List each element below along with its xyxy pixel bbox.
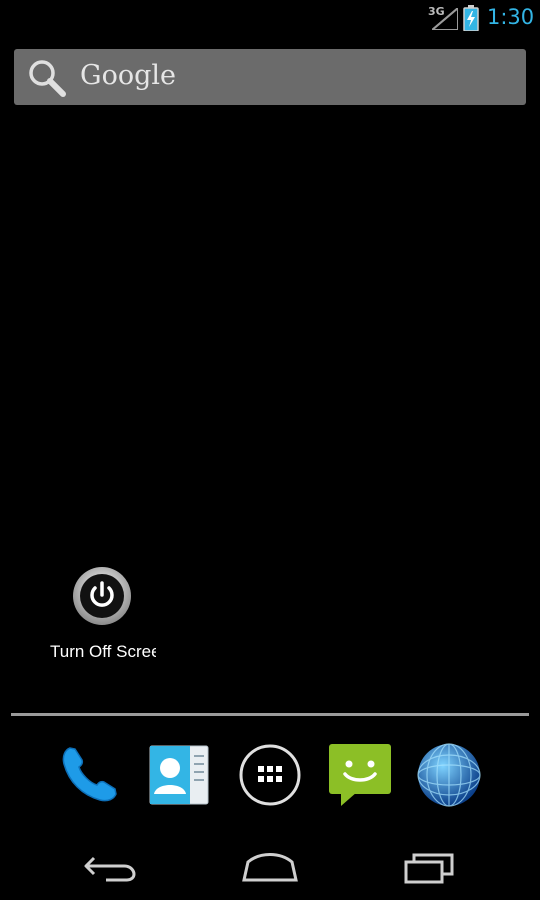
widget-label: Turn Off Scree bbox=[50, 642, 156, 661]
back-button[interactable] bbox=[72, 846, 152, 890]
recents-icon bbox=[404, 853, 454, 884]
messaging-app[interactable] bbox=[327, 742, 393, 808]
status-bar: 3G 1:30 bbox=[0, 0, 540, 36]
contacts-icon bbox=[149, 745, 209, 805]
contacts-app[interactable] bbox=[146, 742, 212, 808]
search-icon bbox=[29, 60, 66, 97]
globe-icon bbox=[417, 743, 481, 807]
power-icon bbox=[73, 567, 131, 625]
turn-off-screen-widget[interactable]: Turn Off Scree bbox=[36, 566, 166, 676]
signal-icon bbox=[432, 8, 458, 30]
dock-divider bbox=[11, 713, 529, 716]
all-apps-button[interactable] bbox=[237, 742, 303, 808]
home-icon bbox=[242, 853, 298, 882]
phone-icon bbox=[62, 747, 117, 802]
clock: 1:30 bbox=[487, 5, 535, 29]
back-icon bbox=[84, 856, 136, 882]
battery-charging-icon bbox=[463, 5, 479, 31]
google-search-bar[interactable]: Google bbox=[14, 49, 526, 105]
grid-icon bbox=[239, 744, 301, 806]
browser-app[interactable] bbox=[416, 742, 482, 808]
message-icon bbox=[329, 744, 391, 806]
phone-app[interactable] bbox=[56, 742, 122, 808]
recents-button[interactable] bbox=[390, 846, 470, 890]
home-button[interactable] bbox=[230, 846, 310, 890]
search-label: Google bbox=[80, 60, 176, 91]
